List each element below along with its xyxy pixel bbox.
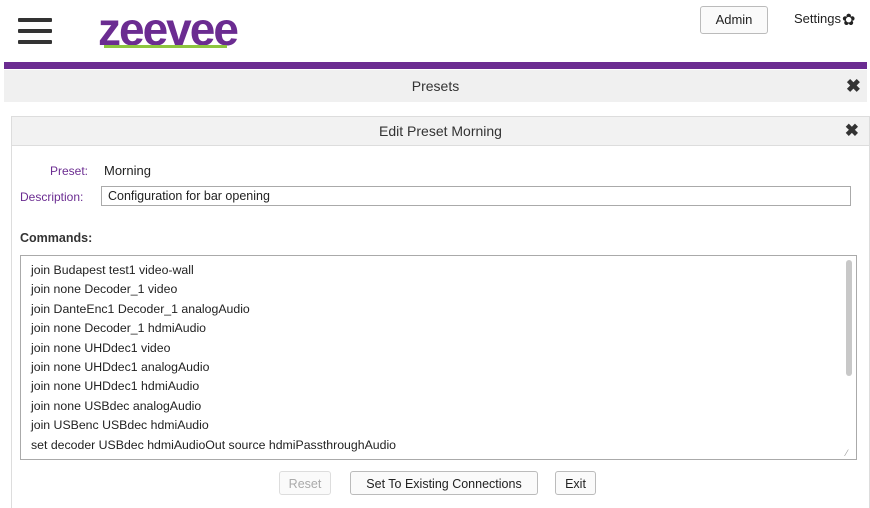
commands-scrollbar[interactable] [845,258,854,454]
commands-textarea[interactable]: join Budapest test1 video-wall join none… [20,255,857,460]
edit-preset-dialog: Edit Preset Morning ✖ Preset: Morning De… [11,116,870,508]
settings-label: Settings [794,11,841,26]
command-line: join none Decoder_1 hdmiAudio [31,321,207,336]
exit-button[interactable]: Exit [555,471,596,495]
presets-title-bar: Presets ✖ [4,70,867,102]
description-label: Description: [20,190,84,204]
settings-button[interactable]: Settings✿ [794,10,855,30]
admin-button[interactable]: Admin [700,6,768,34]
command-line: join Budapest test1 video-wall [31,263,194,277]
description-field[interactable] [101,186,851,206]
scrollbar-thumb[interactable] [846,260,852,376]
command-line: join none UHDdec1 hdmiAudio [31,379,200,394]
command-line: join USBenc USBdec hdmiAudio [31,418,209,433]
zeevee-logo: zeevee [98,3,239,55]
reset-button[interactable]: Reset [279,471,331,495]
command-line: join none UHDdec1 analogAudio [31,360,210,375]
preset-label: Preset: [50,164,89,178]
command-line: join none UHDdec1 video [31,340,171,355]
close-icon[interactable]: ✖ [845,117,859,145]
command-line: set decoder USBdec hdmiAudioOut source h… [31,437,397,452]
dialog-title: Edit Preset Morning [379,123,502,139]
hamburger-menu-icon[interactable] [18,18,52,48]
commands-label: Commands: [20,231,93,245]
gear-icon: ✿ [841,12,856,29]
dialog-header: Edit Preset Morning ✖ [12,117,869,146]
command-line: join none Decoder_1 video [31,282,178,297]
close-icon[interactable]: ✖ [846,70,861,102]
presets-title: Presets [411,78,460,94]
set-existing-connections-button[interactable]: Set To Existing Connections [350,471,538,495]
preset-value: Morning [104,163,151,178]
resize-grip-icon[interactable]: ⁄ [846,449,854,458]
logo-underline [104,45,227,48]
commands-list: join Budapest test1 video-wall join none… [21,256,856,455]
command-line: join none USBdec analogAudio [31,398,202,413]
header-divider [4,62,867,69]
command-line: join DanteEnc1 Decoder_1 analogAudio [31,301,250,316]
